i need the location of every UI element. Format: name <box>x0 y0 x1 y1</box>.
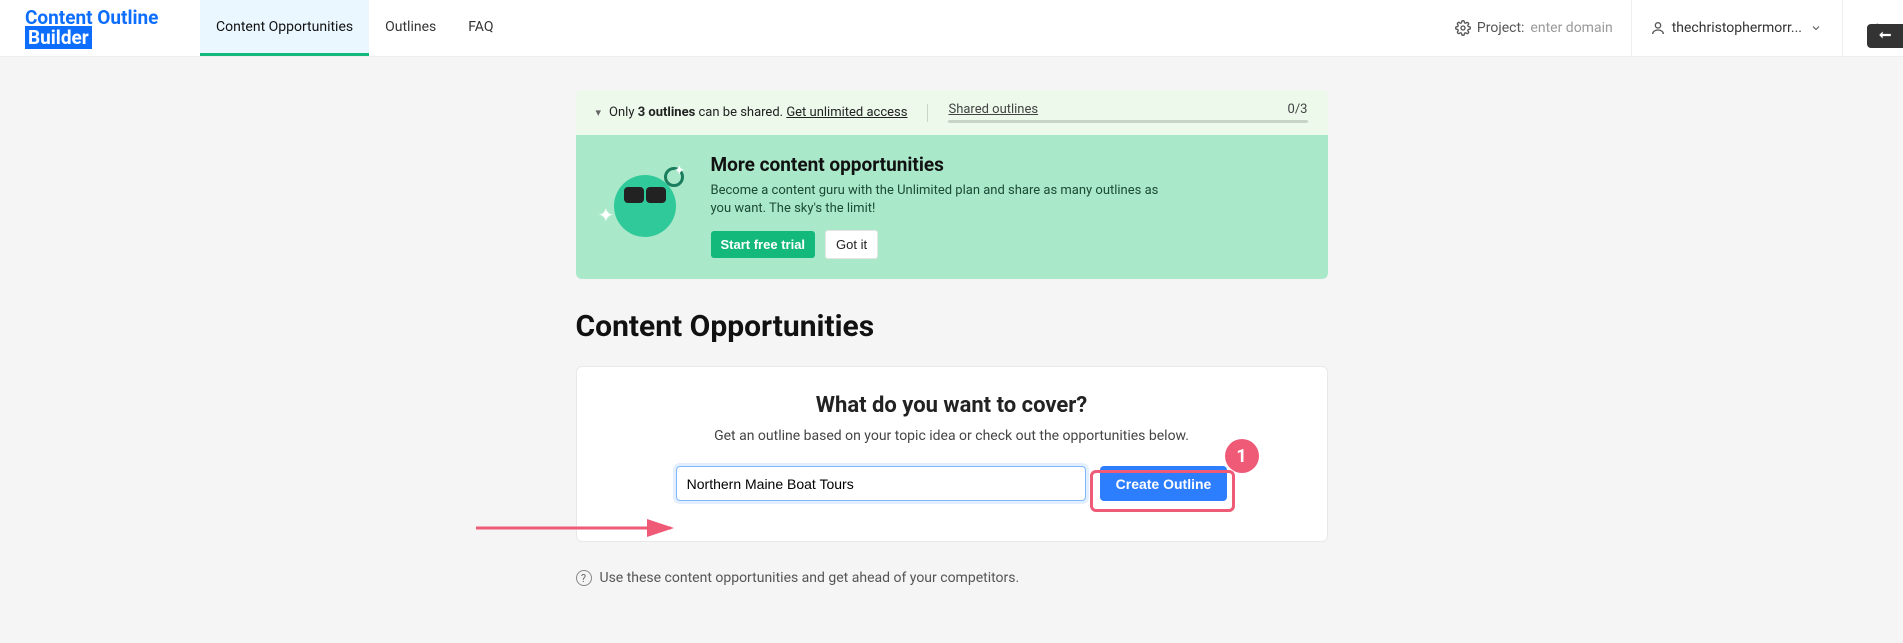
user-icon <box>1650 20 1666 36</box>
gear-icon <box>1455 20 1471 36</box>
logo-line2: Builder <box>25 26 92 49</box>
unlimited-access-link[interactable]: Get unlimited access <box>786 105 907 120</box>
progress-track <box>948 120 1307 123</box>
start-trial-button[interactable]: Start free trial <box>711 231 816 258</box>
topic-input-row: Create Outline <box>607 466 1297 501</box>
promo-text: Become a content guru with the Unlimited… <box>711 182 1181 218</box>
project-selector[interactable]: Project: enter domain <box>1437 0 1631 56</box>
hint-text: Use these content opportunities and get … <box>600 570 1020 586</box>
chevron-down-icon <box>1808 20 1824 36</box>
shared-outlines-count: 0/3 <box>1288 102 1308 117</box>
cover-subtitle: Get an outline based on your topic idea … <box>607 428 1297 444</box>
user-name: thechristophermorr... <box>1672 20 1802 36</box>
page-title: Content Opportunities <box>576 309 1328 344</box>
header-right: Project: enter domain thechristophermorr… <box>1437 0 1903 56</box>
user-menu[interactable]: thechristophermorr... <box>1631 0 1842 56</box>
separator <box>927 104 928 122</box>
dismiss-promo-button[interactable]: Got it <box>825 230 878 259</box>
nav-outlines[interactable]: Outlines <box>369 0 452 56</box>
chevron-down-icon[interactable]: ▾ <box>596 106 602 119</box>
main-content: ▾ Only 3 outlines can be shared. Get unl… <box>168 57 1736 586</box>
promo-banner: ✦ ✦ More content opportunities Become a … <box>576 135 1328 279</box>
project-value: enter domain <box>1530 20 1612 36</box>
project-label: Project: <box>1477 20 1525 36</box>
annotation-badge: 1 <box>1225 439 1259 473</box>
create-outline-button[interactable]: Create Outline <box>1100 466 1228 501</box>
logo[interactable]: Content Outline Builder <box>0 0 200 56</box>
app-header: Content Outline Builder Content Opportun… <box>0 0 1903 57</box>
nav-faq[interactable]: FAQ <box>452 0 509 56</box>
feedback-tab[interactable] <box>1867 24 1903 48</box>
shared-outlines-meter: Shared outlines 0/3 <box>948 102 1307 123</box>
nav-content-opportunities[interactable]: Content Opportunities <box>200 0 369 56</box>
annotation-arrow <box>476 518 686 538</box>
topic-card: What do you want to cover? Get an outlin… <box>576 366 1328 542</box>
promo-body: More content opportunities Become a cont… <box>711 153 1181 259</box>
promo-illustration: ✦ ✦ <box>596 153 691 248</box>
share-limit-notice: ▾ Only 3 outlines can be shared. Get unl… <box>576 90 1328 135</box>
hint-row: ? Use these content opportunities and ge… <box>576 570 1328 586</box>
cover-title: What do you want to cover? <box>607 393 1297 418</box>
feedback-icon <box>1876 27 1894 46</box>
logo-text: Content Outline Builder <box>25 8 158 48</box>
help-icon[interactable]: ? <box>576 570 592 586</box>
notice-text: Only 3 outlines can be shared. Get unlim… <box>609 105 907 120</box>
main-nav: Content Opportunities Outlines FAQ <box>200 0 510 56</box>
promo-title: More content opportunities <box>711 153 1181 176</box>
topic-input[interactable] <box>676 466 1086 501</box>
shared-outlines-link[interactable]: Shared outlines <box>948 102 1038 117</box>
